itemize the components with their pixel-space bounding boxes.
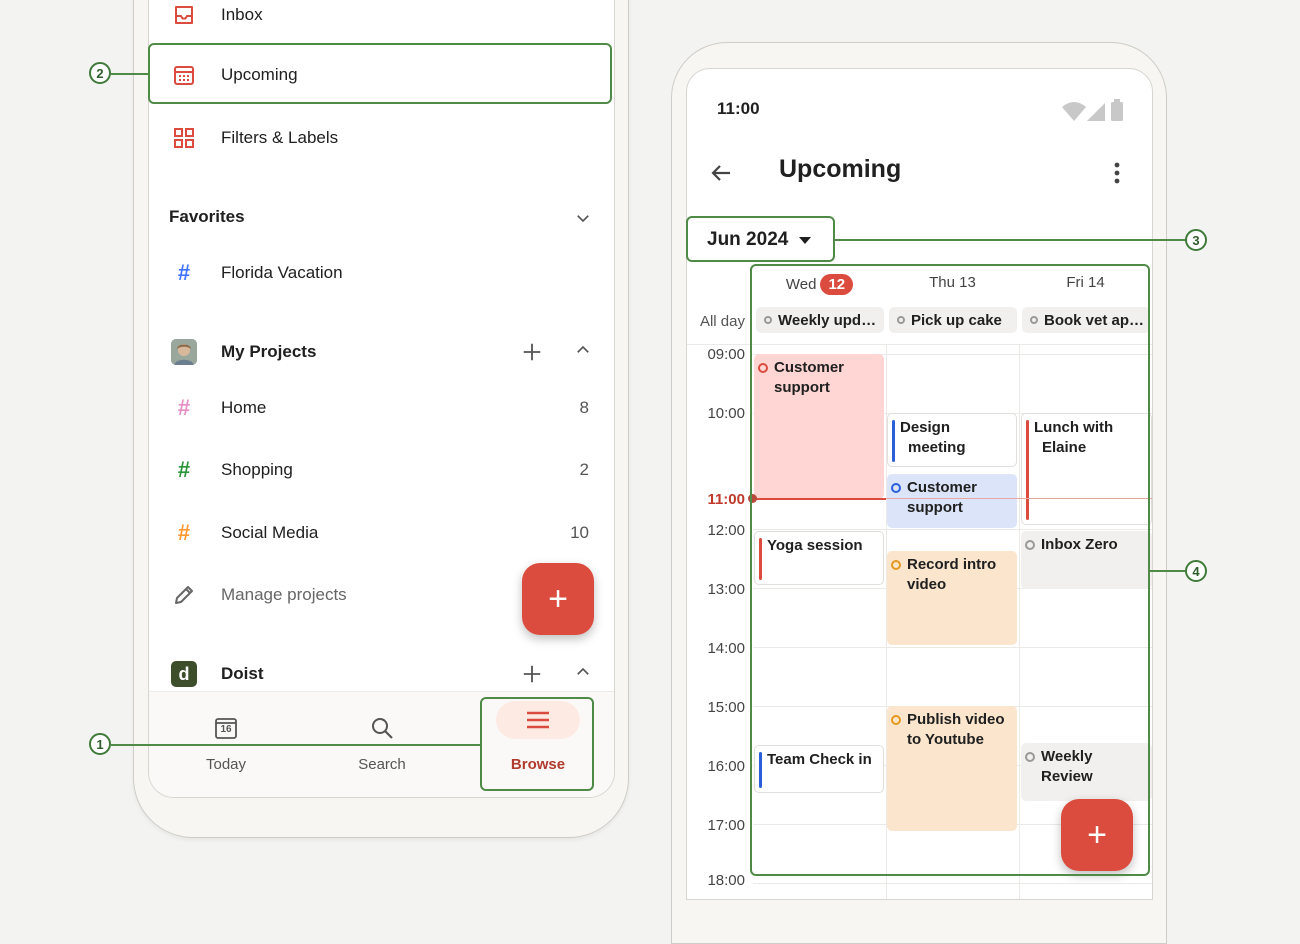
highlight-calendar-grid [750, 264, 1150, 876]
project-florida-vacation[interactable]: # Florida Vacation [149, 244, 614, 302]
hour-label: 13:00 [707, 581, 745, 598]
callout-line [111, 73, 149, 75]
project-count: 2 [579, 460, 589, 479]
chevron-down-icon[interactable] [574, 209, 592, 232]
doist-avatar: d [171, 661, 197, 687]
hash-icon: # [177, 260, 191, 285]
project-count: 8 [579, 398, 589, 417]
hash-icon: # [177, 457, 191, 482]
project-social-media[interactable]: # Social Media 10 [149, 504, 614, 562]
hash-icon: # [177, 395, 191, 420]
chevron-up-icon[interactable] [574, 663, 592, 686]
highlight-browse-tab [480, 697, 594, 791]
manage-projects-label: Manage projects [221, 585, 347, 604]
tab-label: Search [358, 756, 406, 773]
project-count: 10 [570, 523, 589, 542]
current-time-label: 11:00 [707, 491, 745, 508]
allday-label: All day [699, 313, 745, 330]
back-arrow-icon[interactable] [709, 161, 733, 190]
nav-item-inbox[interactable]: Inbox [149, 0, 614, 44]
hour-label: 10:00 [707, 405, 745, 422]
inbox-icon [171, 2, 197, 28]
project-label: Shopping [221, 460, 293, 479]
page-title: Upcoming [779, 155, 902, 183]
callout-line [111, 744, 481, 746]
hour-label: 12:00 [707, 522, 745, 539]
add-project-icon[interactable] [521, 663, 543, 690]
add-task-button[interactable]: + [522, 563, 594, 635]
highlight-month-selector [686, 216, 835, 262]
hash-icon: # [177, 520, 191, 545]
nav-item-filters-labels[interactable]: Filters & Labels [149, 109, 614, 167]
search-icon [370, 716, 394, 745]
hour-label: 16:00 [707, 758, 745, 775]
battery-icon [1111, 99, 1123, 126]
pencil-icon [171, 582, 197, 608]
more-vertical-icon[interactable] [1113, 161, 1121, 190]
favorites-heading: Favorites [169, 207, 245, 226]
hour-label: 09:00 [707, 346, 745, 363]
signal-icon [1087, 101, 1107, 126]
nav-item-label: Filters & Labels [221, 128, 339, 147]
doist-heading: Doist [221, 664, 264, 683]
left-phone-screen: Inbox Upcoming Filters & Labels Favorite… [148, 0, 615, 798]
my-projects-heading: My Projects [221, 342, 317, 361]
hour-label: 14:00 [707, 640, 745, 657]
project-label: Home [221, 398, 267, 417]
highlight-upcoming [148, 43, 612, 104]
tab-search[interactable]: Search [322, 692, 442, 792]
project-home[interactable]: # Home 8 [149, 379, 614, 437]
project-label: Florida Vacation [221, 263, 343, 282]
callout-line [834, 239, 1186, 241]
status-time: 11:00 [717, 99, 760, 118]
hour-label: 15:00 [707, 699, 745, 716]
callout-badge: 1 [89, 733, 111, 755]
callout-badge: 2 [89, 62, 111, 84]
wifi-icon [1062, 101, 1086, 126]
chevron-up-icon[interactable] [574, 341, 592, 364]
tab-label: Today [205, 756, 247, 773]
today-date-badge: 16 [220, 724, 232, 735]
add-project-icon[interactable] [521, 341, 543, 368]
avatar [171, 339, 197, 365]
hour-label: 18:00 [707, 872, 745, 889]
grid-icon [171, 125, 197, 151]
grid-divider [753, 883, 1152, 884]
hour-label: 17:00 [707, 817, 745, 834]
nav-item-label: Inbox [221, 5, 263, 24]
callout-badge: 4 [1185, 560, 1207, 582]
project-shopping[interactable]: # Shopping 2 [149, 441, 614, 499]
callout-line [1149, 570, 1186, 572]
callout-badge: 3 [1185, 229, 1207, 251]
project-label: Social Media [221, 523, 319, 542]
tab-today[interactable]: 16 Today [166, 692, 286, 792]
